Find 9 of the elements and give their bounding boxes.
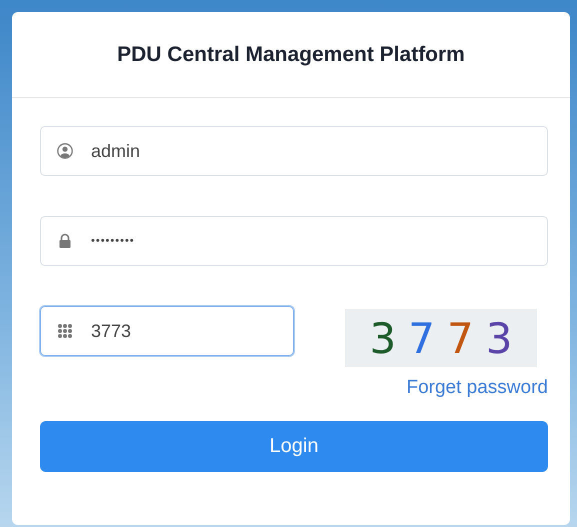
captcha-field[interactable]: 3773 bbox=[40, 306, 294, 356]
forgot-password-link[interactable]: Forget password bbox=[406, 377, 548, 399]
user-icon bbox=[57, 143, 73, 159]
keypad-icon bbox=[57, 323, 73, 339]
username-field[interactable]: admin bbox=[40, 126, 548, 176]
password-field[interactable]: ••••••••• bbox=[40, 216, 548, 266]
captcha-image[interactable]: 3 7 7 3 bbox=[345, 309, 537, 367]
platform-title: PDU Central Management Platform bbox=[117, 42, 465, 66]
lock-icon bbox=[57, 233, 73, 249]
